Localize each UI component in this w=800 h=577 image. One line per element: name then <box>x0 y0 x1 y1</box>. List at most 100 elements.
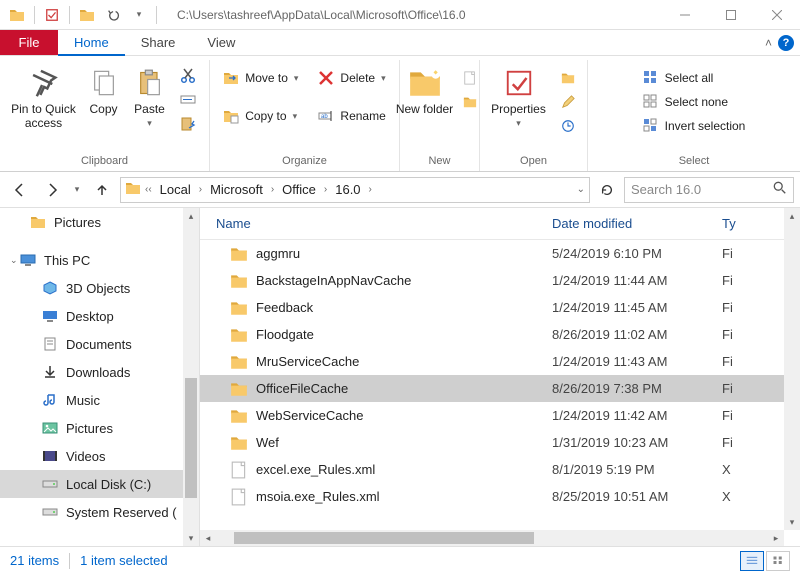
scroll-down-icon[interactable]: ▾ <box>183 530 199 546</box>
ribbon-group-new: New folder New <box>400 60 480 171</box>
recent-locations-button[interactable]: ▾ <box>70 176 84 204</box>
scroll-right-icon[interactable]: ▸ <box>768 533 784 544</box>
nav-item-thispc[interactable]: ⌄ This PC <box>0 246 199 274</box>
view-large-icons-button[interactable] <box>766 551 790 571</box>
move-to-button[interactable]: Move to ▾ <box>217 66 304 90</box>
copy-path-button[interactable] <box>174 88 202 112</box>
qat-newfolder-icon[interactable] <box>76 4 98 26</box>
file-row[interactable]: Feedback1/24/2019 11:45 AMFi <box>200 294 800 321</box>
nav-item-pictures-quick[interactable]: Pictures <box>0 208 199 236</box>
chevron-left-icon[interactable]: ‹‹ <box>143 184 154 195</box>
nav-scrollbar[interactable]: ▴ ▾ <box>183 208 199 546</box>
qat-properties-icon[interactable] <box>41 4 63 26</box>
forward-button[interactable] <box>38 176 66 204</box>
select-group-label: Select <box>679 153 710 171</box>
files-vscrollbar[interactable]: ▴ ▾ <box>784 208 800 530</box>
nav-item[interactable]: Desktop <box>0 302 199 330</box>
file-row[interactable]: Floodgate8/26/2019 11:02 AMFi <box>200 321 800 348</box>
scroll-thumb[interactable] <box>185 378 197 498</box>
column-header-name[interactable]: Name <box>200 216 552 231</box>
tab-view[interactable]: View <box>191 30 251 55</box>
file-row[interactable]: msoia.exe_Rules.xml8/25/2019 10:51 AMX <box>200 483 800 510</box>
column-header-date[interactable]: Date modified <box>552 216 722 231</box>
cut-button[interactable] <box>174 64 202 88</box>
chevron-right-icon[interactable]: › <box>197 184 204 195</box>
nav-item[interactable]: Downloads <box>0 358 199 386</box>
chevron-right-icon[interactable]: › <box>322 184 329 195</box>
copy-to-button[interactable]: Copy to ▾ <box>217 104 304 128</box>
refresh-button[interactable] <box>594 177 620 203</box>
select-all-button[interactable]: Select all <box>637 66 752 90</box>
rename-button[interactable]: ab Rename <box>312 104 391 128</box>
address-dropdown-icon[interactable]: ⌄ <box>577 184 585 195</box>
nav-item[interactable]: Documents <box>0 330 199 358</box>
ribbon-group-organize: Move to ▾ Copy to ▾ Delete ▾ ab Rename <box>210 60 400 171</box>
open-button[interactable] <box>554 66 582 90</box>
paste-shortcut-button[interactable] <box>174 112 202 136</box>
maximize-button[interactable] <box>708 0 754 30</box>
expand-icon[interactable]: ⌄ <box>10 255 18 266</box>
file-row[interactable]: BackstageInAppNavCache1/24/2019 11:44 AM… <box>200 267 800 294</box>
minimize-button[interactable] <box>662 0 708 30</box>
file-row[interactable]: MruServiceCache1/24/2019 11:43 AMFi <box>200 348 800 375</box>
nav-item[interactable]: Pictures <box>0 414 199 442</box>
collapse-ribbon-icon[interactable]: ˄ <box>765 36 772 50</box>
up-button[interactable] <box>88 176 116 204</box>
invert-selection-button[interactable]: Invert selection <box>637 114 752 138</box>
nav-item[interactable]: Music <box>0 386 199 414</box>
nav-item[interactable]: Videos <box>0 442 199 470</box>
nav-label: Pictures <box>54 215 101 230</box>
breadcrumb-item[interactable]: Microsoft <box>206 182 267 197</box>
close-button[interactable] <box>754 0 800 30</box>
copy-button[interactable]: Copy <box>82 62 126 116</box>
address-bar[interactable]: ‹‹ Local› Microsoft› Office› 16.0› ⌄ <box>120 177 590 203</box>
file-row[interactable]: OfficeFileCache8/26/2019 7:38 PMFi <box>200 375 800 402</box>
nav-label: Documents <box>66 337 132 352</box>
chevron-right-icon[interactable]: › <box>367 184 374 195</box>
back-button[interactable] <box>6 176 34 204</box>
paste-button[interactable]: Paste ▾ <box>128 62 172 129</box>
tab-home[interactable]: Home <box>58 30 125 56</box>
easy-access-icon <box>462 94 478 110</box>
ribbon-group-open: Properties ▾ Open <box>480 60 588 171</box>
breadcrumb-item[interactable]: 16.0 <box>331 182 364 197</box>
nav-item[interactable]: System Reserved ( <box>0 498 199 526</box>
folder-icon <box>230 272 248 290</box>
new-folder-button[interactable]: New folder <box>396 62 454 116</box>
file-date: 8/25/2019 10:51 AM <box>552 489 722 504</box>
edit-button[interactable] <box>554 90 582 114</box>
breadcrumb-item[interactable]: Office <box>278 182 320 197</box>
file-date: 1/24/2019 11:43 AM <box>552 354 722 369</box>
delete-button[interactable]: Delete ▾ <box>312 66 391 90</box>
new-item-icon <box>462 70 478 86</box>
scroll-thumb[interactable] <box>234 532 534 544</box>
file-row[interactable]: WebServiceCache1/24/2019 11:42 AMFi <box>200 402 800 429</box>
chevron-right-icon[interactable]: › <box>269 184 276 195</box>
select-none-icon <box>643 94 659 110</box>
tab-share[interactable]: Share <box>125 30 192 55</box>
qat-undo-icon[interactable] <box>102 4 124 26</box>
properties-button[interactable]: Properties ▾ <box>486 62 552 129</box>
file-name: Feedback <box>256 300 313 315</box>
files-hscrollbar[interactable]: ◂ ▸ <box>200 530 784 546</box>
help-icon[interactable]: ? <box>778 35 794 51</box>
nav-item[interactable]: 3D Objects <box>0 274 199 302</box>
view-details-button[interactable] <box>740 551 764 571</box>
search-placeholder: Search 16.0 <box>631 182 701 197</box>
file-row[interactable]: excel.exe_Rules.xml8/1/2019 5:19 PMX <box>200 456 800 483</box>
history-button[interactable] <box>554 114 582 138</box>
search-input[interactable]: Search 16.0 <box>624 177 794 203</box>
tab-file[interactable]: File <box>0 30 58 55</box>
scroll-up-icon[interactable]: ▴ <box>183 208 199 224</box>
invert-selection-label: Invert selection <box>665 119 746 133</box>
file-row[interactable]: aggmru5/24/2019 6:10 PMFi <box>200 240 800 267</box>
scroll-down-icon[interactable]: ▾ <box>784 514 800 530</box>
nav-item[interactable]: Local Disk (C:) <box>0 470 199 498</box>
qat-dropdown-icon[interactable]: ▾ <box>128 4 150 26</box>
scroll-left-icon[interactable]: ◂ <box>200 533 216 544</box>
pin-quick-access-button[interactable]: Pin to Quick access <box>8 62 80 130</box>
scroll-up-icon[interactable]: ▴ <box>784 208 800 224</box>
select-none-button[interactable]: Select none <box>637 90 752 114</box>
breadcrumb-item[interactable]: Local <box>156 182 195 197</box>
file-row[interactable]: Wef1/31/2019 10:23 AMFi <box>200 429 800 456</box>
